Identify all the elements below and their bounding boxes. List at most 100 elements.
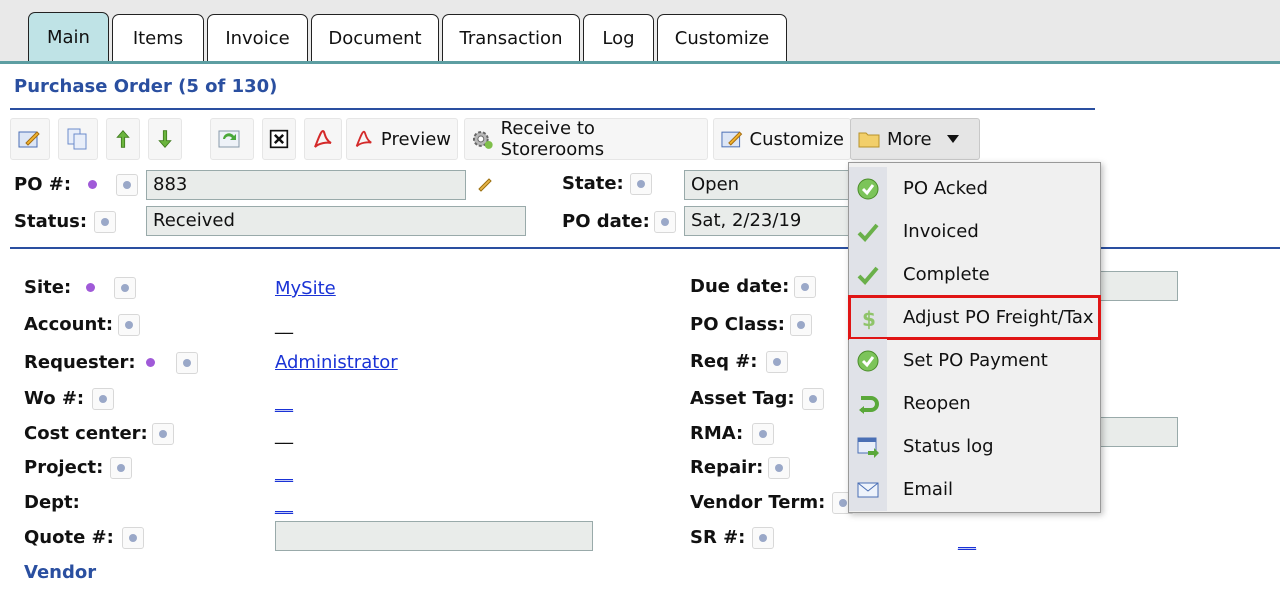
info-icon[interactable] [752, 423, 774, 445]
menu-item-label: Complete [903, 264, 990, 285]
delete-button[interactable] [262, 118, 296, 160]
status-label: Status: [14, 211, 88, 232]
site-link[interactable]: MySite [275, 278, 336, 299]
sr-number-label: SR #: [690, 527, 746, 548]
refresh-button[interactable] [210, 118, 254, 160]
wo-label: Wo #: [24, 388, 85, 409]
tab-main[interactable]: Main [28, 12, 109, 62]
requester-link[interactable]: Administrator [275, 352, 398, 373]
refresh-icon [218, 130, 240, 148]
info-icon[interactable] [110, 457, 132, 479]
dept-label: Dept: [24, 492, 80, 513]
menu-item-label: Invoiced [903, 221, 979, 242]
info-icon[interactable] [94, 211, 116, 233]
sr-link[interactable]: __ [958, 530, 976, 551]
customize-icon [721, 131, 743, 148]
account-value: __ [275, 314, 293, 335]
rma-field[interactable] [1090, 417, 1178, 447]
state-label: State: [562, 173, 624, 194]
edit-button[interactable] [10, 118, 50, 160]
receive-label: Receive to Storerooms [500, 118, 605, 160]
status-field[interactable]: Received [146, 206, 526, 236]
receive-to-storerooms-button[interactable]: Receive to Storerooms [464, 118, 708, 160]
menu-item-adjust-po-freight-tax[interactable]: $ Adjust PO Freight/Tax [848, 295, 1101, 340]
vendor-section-title: Vendor [24, 562, 97, 583]
cost-center-value: __ [275, 424, 293, 445]
tab-invoice[interactable]: Invoice [207, 14, 308, 62]
customize-button[interactable]: Customize [713, 118, 851, 160]
menu-item-invoiced[interactable]: Invoiced [849, 210, 1100, 253]
copy-button[interactable] [58, 118, 98, 160]
tab-transaction[interactable]: Transaction [442, 14, 580, 62]
dept-link[interactable]: __ [275, 494, 293, 515]
menu-item-status-log[interactable]: Status log [849, 425, 1100, 468]
checkmark-icon [857, 266, 879, 285]
info-icon[interactable] [176, 352, 198, 374]
copy-icon [67, 128, 87, 150]
customize-label: Customize [749, 128, 844, 150]
project-label: Project: [24, 457, 104, 478]
info-icon[interactable] [802, 388, 824, 410]
pencil-icon[interactable] [476, 174, 494, 192]
info-icon[interactable] [152, 423, 174, 445]
toolbar: Preview Receive to Storerooms Customize … [10, 116, 1280, 162]
info-icon[interactable] [752, 527, 774, 549]
info-icon[interactable] [790, 314, 812, 336]
po-date-field[interactable]: Sat, 2/23/19 [684, 206, 854, 236]
tab-items[interactable]: Items [112, 14, 204, 62]
wo-link[interactable]: __ [275, 392, 293, 413]
info-icon[interactable] [768, 457, 790, 479]
title-divider [10, 108, 1095, 110]
reopen-arrow-icon [859, 395, 879, 414]
tab-customize[interactable]: Customize [657, 14, 787, 62]
required-dot [146, 358, 155, 367]
menu-item-set-po-payment[interactable]: Set PO Payment [849, 339, 1100, 382]
menu-item-reopen[interactable]: Reopen [849, 382, 1100, 425]
required-dot [86, 283, 95, 292]
move-up-button[interactable] [106, 118, 140, 160]
gear-icon [472, 131, 493, 149]
project-link[interactable]: __ [275, 462, 293, 483]
info-icon[interactable] [122, 527, 144, 549]
menu-item-label: PO Acked [903, 178, 988, 199]
info-icon[interactable] [630, 173, 652, 195]
info-icon[interactable] [114, 277, 136, 299]
due-date-label: Due date: [690, 276, 790, 297]
menu-item-po-acked[interactable]: PO Acked [849, 167, 1100, 210]
po-number-field[interactable]: 883 [146, 170, 466, 200]
info-icon[interactable] [116, 174, 138, 196]
arrow-up-icon [116, 130, 130, 148]
req-number-label: Req #: [690, 351, 758, 372]
tab-document[interactable]: Document [311, 14, 439, 62]
quote-label: Quote #: [24, 527, 114, 548]
quote-field[interactable] [275, 521, 593, 551]
state-field[interactable]: Open [684, 170, 854, 200]
email-icon [857, 482, 879, 497]
menu-item-complete[interactable]: Complete [849, 253, 1100, 296]
info-icon[interactable] [794, 276, 816, 298]
dollar-icon: $ [862, 307, 876, 330]
info-icon[interactable] [766, 351, 788, 373]
more-dropdown-button[interactable]: More [850, 118, 980, 160]
asset-tag-label: Asset Tag: [690, 388, 795, 409]
menu-item-email[interactable]: Email [849, 468, 1100, 511]
check-circle-icon [857, 350, 879, 371]
requester-label: Requester: [24, 352, 136, 373]
svg-text:$: $ [862, 307, 876, 330]
arrow-down-icon [158, 130, 172, 148]
po-date-label: PO date: [562, 211, 650, 232]
menu-item-label: Status log [903, 436, 994, 457]
tab-log[interactable]: Log [583, 14, 654, 62]
preview-button[interactable]: Preview [346, 118, 458, 160]
move-down-button[interactable] [148, 118, 182, 160]
due-date-field[interactable] [1090, 271, 1178, 301]
info-icon[interactable] [92, 388, 114, 410]
info-icon[interactable] [118, 314, 140, 336]
tab-bar: Main Items Invoice Document Transaction … [0, 0, 1280, 64]
menu-item-label: Reopen [903, 393, 971, 414]
checkmark-icon [857, 223, 879, 242]
info-icon[interactable] [654, 211, 676, 233]
menu-item-label: Email [903, 479, 953, 500]
pdf-button[interactable] [304, 118, 342, 160]
menu-item-label: Adjust PO Freight/Tax [903, 307, 1094, 328]
